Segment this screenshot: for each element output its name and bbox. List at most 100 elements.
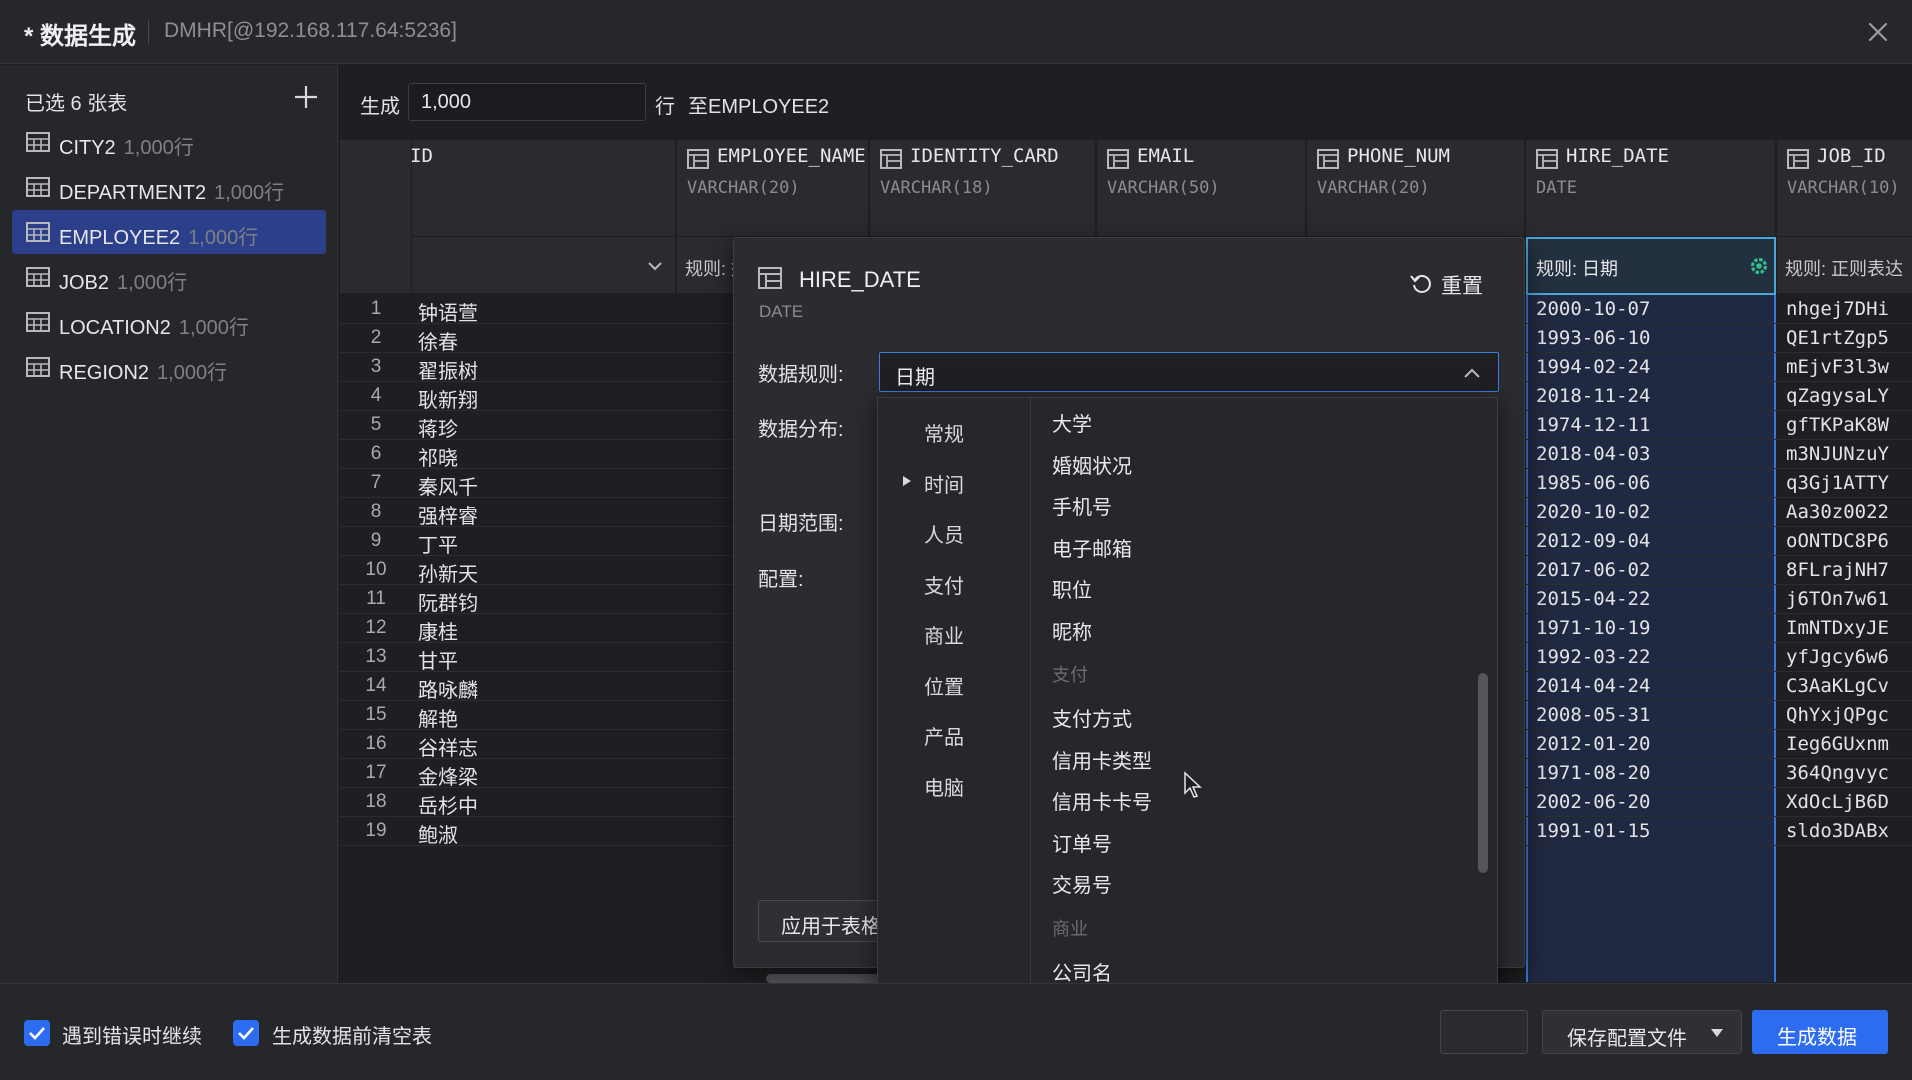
rule-option[interactable]: 交易号: [1052, 869, 1112, 898]
row-number: 19: [365, 820, 387, 841]
hire-date-cell: 2014-04-24: [1536, 675, 1651, 697]
employee-name-cell: 解艳: [418, 709, 458, 731]
reset-icon: [1410, 275, 1431, 293]
employee-name-cell: 秦风千: [418, 477, 478, 499]
row-unit-label: 行: [655, 96, 675, 118]
rule-option[interactable]: 手机号: [1052, 491, 1112, 520]
employee-name-cell: 翟振树: [418, 361, 478, 383]
employee-name-cell: 金烽梁: [418, 767, 478, 789]
row-number: 7: [370, 472, 382, 493]
column-rule-cell[interactable]: 规则: 正则表达: [1777, 236, 1912, 294]
table-name: EMPLOYEE2: [59, 227, 181, 249]
rule-select[interactable]: 日期: [879, 352, 1499, 392]
row-number: 10: [365, 559, 387, 580]
continue-on-error-label: 遇到错误时继续: [62, 1026, 202, 1048]
table-item-employee2[interactable]: EMPLOYEE2 1,000行: [12, 210, 326, 254]
check-icon: [29, 1027, 45, 1040]
rule-category-item[interactable]: 电脑: [924, 772, 964, 801]
job-id-cell: m3NJUNzuY: [1786, 443, 1889, 465]
column-rule-cell[interactable]: [412, 236, 675, 294]
rule-category-item[interactable]: 常规: [924, 418, 964, 447]
rule-option[interactable]: 订单号: [1052, 828, 1112, 857]
config-label: 配置:: [758, 569, 804, 591]
table-row-count: 1,000行: [117, 272, 188, 294]
rule-option[interactable]: 支付方式: [1052, 703, 1132, 732]
rownum-header: [340, 140, 412, 293]
rule-option[interactable]: 昵称: [1052, 616, 1092, 645]
column-header-id[interactable]: ID: [410, 140, 676, 294]
job-id-cell: j6TOn7w61: [1786, 588, 1889, 610]
table-item-city2[interactable]: CITY2 1,000行: [12, 120, 326, 164]
rule-dropdown: 常规 时间 人员 支付 商业 位置 产品 电脑 大学 婚姻状况 手机号 电子邮箱 职位 昵称 支付 支付方式…: [877, 397, 1498, 1080]
row-number: 11: [366, 588, 386, 609]
rule-option[interactable]: 信用卡类型: [1052, 745, 1152, 774]
rule-option[interactable]: 信用卡卡号: [1052, 786, 1152, 815]
employee-name-cell: 康桂: [418, 622, 458, 644]
hire-date-cell: 2020-10-02: [1536, 501, 1651, 523]
hire-date-cell: 2015-04-22: [1536, 588, 1651, 610]
table-item-department2[interactable]: DEPARTMENT2 1,000行: [12, 165, 326, 209]
row-number: 4: [370, 385, 382, 406]
row-count-input[interactable]: [408, 83, 646, 121]
column-icon: [687, 149, 709, 169]
title-separator: [148, 20, 149, 44]
employee-name-cell: 钟语萱: [418, 303, 478, 325]
table-icon: [26, 132, 50, 152]
generate-data-button[interactable]: 生成数据: [1752, 1010, 1888, 1054]
rule-option[interactable]: 大学: [1052, 408, 1092, 437]
gear-icon[interactable]: [1748, 255, 1770, 277]
column-type: VARCHAR(20): [1317, 178, 1430, 198]
column-type: VARCHAR(10): [1787, 178, 1900, 198]
save-config-button[interactable]: 保存配置文件: [1542, 1010, 1742, 1054]
caret-right-icon: [903, 476, 911, 486]
selected-tables-count: 已选 6 张表: [25, 93, 128, 115]
row-number: 6: [370, 443, 382, 464]
employee-name-cell: 鲍淑: [418, 825, 458, 847]
employee-name-cell: 强梓睿: [418, 506, 478, 528]
table-item-location2[interactable]: LOCATION2 1,000行: [12, 300, 326, 344]
hire-date-cell: 1985-06-06: [1536, 472, 1651, 494]
dropdown-scrollbar[interactable]: [1478, 673, 1488, 873]
column-name: ID: [410, 145, 433, 167]
row-number: 1: [370, 298, 382, 319]
column-icon: [1107, 149, 1129, 169]
job-id-cell: q3Gj1ATTY: [1786, 472, 1889, 494]
obscured-button[interactable]: [1440, 1010, 1528, 1054]
apply-to-table-label: 应用于表格: [781, 916, 881, 938]
date-range-label: 日期范围:: [758, 513, 844, 535]
rule-option[interactable]: 公司名: [1052, 957, 1112, 986]
table-item-region2[interactable]: REGION2 1,000行: [12, 345, 326, 389]
rule-category-item[interactable]: 位置: [924, 671, 964, 700]
continue-on-error-checkbox[interactable]: [24, 1020, 50, 1046]
column-type: DATE: [1536, 178, 1577, 198]
table-label: EMPLOYEE2 1,000行: [59, 221, 258, 250]
rule-category-item[interactable]: 时间: [924, 469, 964, 498]
rule-category-item[interactable]: 产品: [924, 721, 964, 750]
employee-name-cell: 祁晓: [418, 448, 458, 470]
job-id-cell: QhYxjQPgc: [1786, 704, 1889, 726]
bottom-bar: 遇到错误时继续 生成数据前清空表 保存配置文件 生成数据: [0, 983, 1912, 1080]
column-name: HIRE_DATE: [1566, 145, 1669, 167]
clear-before-checkbox[interactable]: [233, 1020, 259, 1046]
rule-option[interactable]: 电子邮箱: [1052, 533, 1132, 562]
column-header-job-id[interactable]: JOB_ID VARCHAR(10) 规则: 正则表达: [1777, 140, 1912, 293]
chevron-down-icon[interactable]: [646, 257, 664, 275]
hire-date-cell: 1974-12-11: [1536, 414, 1651, 436]
table-item-job2[interactable]: JOB2 1,000行: [12, 255, 326, 299]
hire-date-cell: 2008-05-31: [1536, 704, 1651, 726]
employee-name-cell: 蒋珍: [418, 419, 458, 441]
employee-name-cell: 丁平: [418, 535, 458, 557]
rule-option[interactable]: 婚姻状况: [1052, 450, 1132, 479]
job-id-cell: sldo3DABx: [1786, 820, 1889, 842]
close-icon[interactable]: [1862, 16, 1894, 48]
rule-category-item[interactable]: 支付: [924, 570, 964, 599]
rule-category-item[interactable]: 人员: [924, 519, 964, 548]
chevron-down-icon: [1711, 1029, 1723, 1037]
rule-category-item[interactable]: 商业: [924, 620, 964, 649]
rule-option[interactable]: 职位: [1052, 574, 1092, 603]
rule-group-header: 商业: [1052, 918, 1088, 939]
plus-icon[interactable]: [292, 83, 320, 111]
hire-date-rule-cell[interactable]: 规则: 日期: [1526, 237, 1776, 295]
table-icon: [26, 312, 50, 332]
clear-before-label: 生成数据前清空表: [272, 1026, 432, 1048]
